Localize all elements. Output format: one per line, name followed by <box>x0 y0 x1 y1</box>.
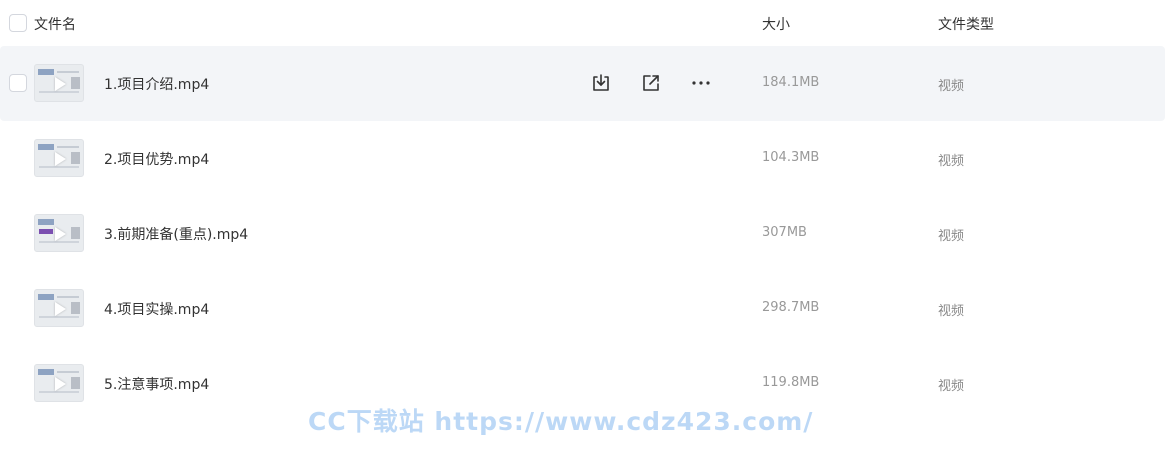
file-row[interactable]: 1.项目介绍.mp4 184.1MB 视频 <box>0 46 1165 121</box>
file-type: 视频 <box>938 229 965 244</box>
download-icon <box>593 74 609 91</box>
file-list-header: 文件名 大小 文件类型 <box>0 0 1165 46</box>
column-header-name[interactable]: 文件名 <box>34 14 76 34</box>
play-icon <box>55 227 66 241</box>
more-icon <box>692 81 710 85</box>
video-thumbnail[interactable] <box>34 214 84 252</box>
video-thumbnail[interactable] <box>34 289 84 327</box>
share-button[interactable] <box>639 71 663 95</box>
play-icon <box>55 377 66 391</box>
file-size: 104.3MB <box>762 150 820 165</box>
file-row[interactable]: 3.前期准备(重点).mp4 307MB 视频 <box>0 196 1165 271</box>
file-type: 视频 <box>938 304 965 319</box>
file-list: 1.项目介绍.mp4 184.1MB 视频 2.项目优势.mp4 104.3MB… <box>0 46 1165 421</box>
file-type: 视频 <box>938 154 965 169</box>
more-button[interactable] <box>689 71 713 95</box>
file-name[interactable]: 2.项目优势.mp4 <box>104 149 209 169</box>
share-icon <box>643 75 659 91</box>
play-icon <box>55 77 66 91</box>
select-all-checkbox[interactable] <box>9 14 27 32</box>
file-name[interactable]: 1.项目介绍.mp4 <box>104 74 209 94</box>
play-icon <box>55 152 66 166</box>
video-thumbnail[interactable] <box>34 364 84 402</box>
file-row[interactable]: 4.项目实操.mp4 298.7MB 视频 <box>0 271 1165 346</box>
row-checkbox[interactable] <box>9 74 27 92</box>
file-type: 视频 <box>938 379 965 394</box>
row-actions <box>588 71 718 95</box>
file-size: 119.8MB <box>762 375 820 390</box>
video-thumbnail[interactable] <box>34 64 84 102</box>
column-header-size[interactable]: 大小 <box>762 14 790 34</box>
watermark-text: CC下载站 https://www.cdz423.com/ <box>308 407 814 436</box>
file-type: 视频 <box>938 79 965 94</box>
download-button[interactable] <box>589 71 613 95</box>
file-size: 298.7MB <box>762 300 820 315</box>
file-size: 184.1MB <box>762 75 820 90</box>
play-icon <box>55 302 66 316</box>
file-row[interactable]: 2.项目优势.mp4 104.3MB 视频 <box>0 121 1165 196</box>
video-thumbnail[interactable] <box>34 139 84 177</box>
file-size: 307MB <box>762 225 807 240</box>
column-header-type[interactable]: 文件类型 <box>938 14 994 34</box>
file-name[interactable]: 5.注意事项.mp4 <box>104 374 209 394</box>
file-name[interactable]: 3.前期准备(重点).mp4 <box>104 224 248 244</box>
file-name[interactable]: 4.项目实操.mp4 <box>104 299 209 319</box>
